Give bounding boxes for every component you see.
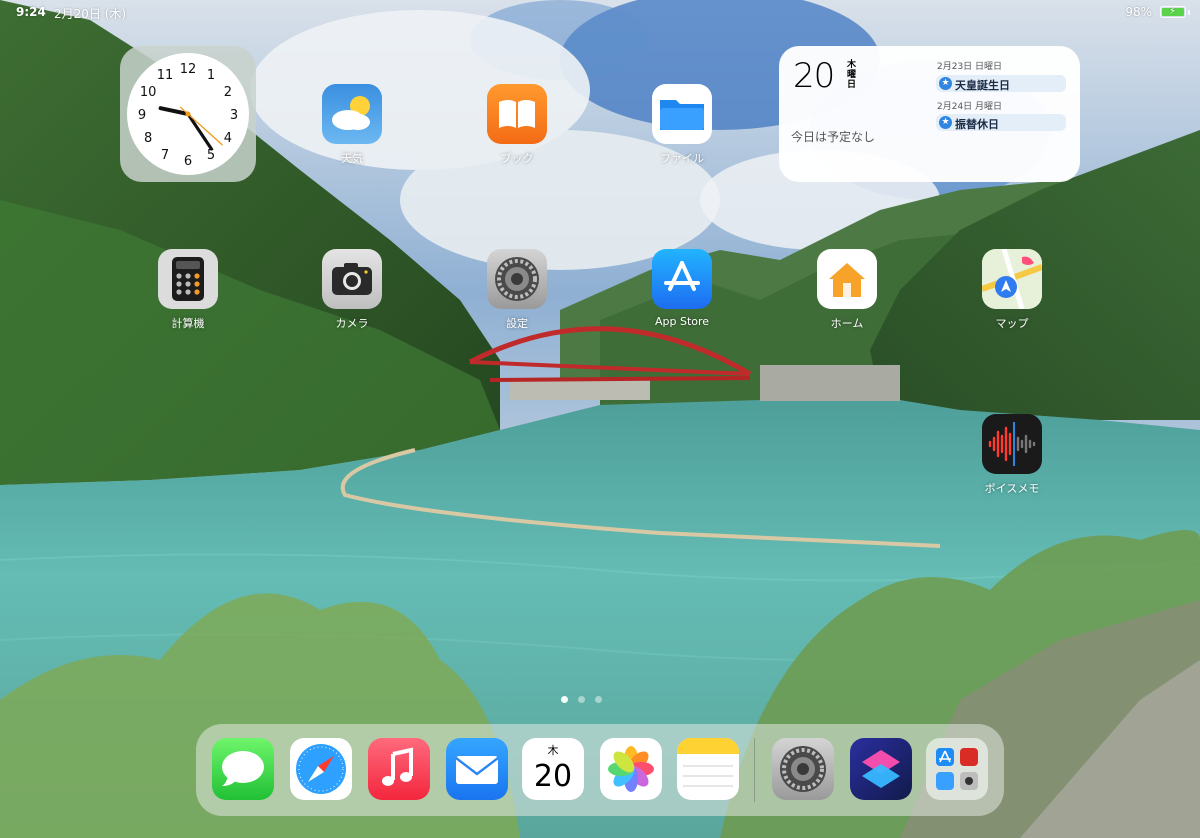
calendar-widget[interactable]: 20 木曜日 今日は予定なし 2月23日 日曜日 ★ 天皇誕生日 2月24日 月…	[779, 46, 1080, 182]
app-store-icon	[652, 249, 712, 309]
clock-numeral: 6	[184, 154, 192, 169]
dock-app-messages[interactable]	[212, 738, 274, 800]
dock-calendar-day: 20	[534, 759, 572, 794]
weather-icon	[322, 84, 382, 144]
dock-app-safari[interactable]	[290, 738, 352, 800]
clock-numeral: 4	[224, 131, 232, 146]
app-books[interactable]: ブック	[474, 84, 560, 170]
messages-icon	[222, 751, 264, 786]
gear-icon	[487, 249, 547, 309]
battery-percent: 98%	[1125, 5, 1152, 19]
clock-center-pin	[185, 111, 191, 117]
clock-numeral: 12	[180, 62, 197, 77]
dock-app-mail[interactable]	[446, 738, 508, 800]
app-voice-memos[interactable]: ボイスメモ	[969, 414, 1055, 500]
event-title: 振替休日	[955, 118, 999, 131]
dock-app-settings[interactable]	[772, 738, 834, 800]
page-dot[interactable]	[561, 696, 568, 703]
app-settings[interactable]: 設定	[474, 249, 560, 335]
page-indicator[interactable]	[557, 696, 605, 706]
clock-face: 12 1234567891011	[127, 53, 249, 175]
calendar-day-number: 20	[793, 56, 835, 96]
dock-app-calendar[interactable]: 木 20	[522, 738, 584, 800]
app-label: ブック	[500, 152, 534, 165]
map-icon	[982, 249, 1042, 309]
calendar-no-events: 今日は予定なし	[791, 130, 876, 144]
waveform-icon	[982, 414, 1042, 474]
app-calculator[interactable]: 計算機	[145, 249, 231, 335]
app-label: 天気	[341, 152, 363, 165]
app-label: ホーム	[830, 317, 864, 330]
app-camera[interactable]: カメラ	[309, 249, 395, 335]
gear-icon	[780, 746, 826, 792]
app-maps[interactable]: マップ	[969, 249, 1055, 335]
dock-app-library[interactable]	[926, 738, 988, 800]
app-label: マップ	[995, 317, 1029, 330]
calculator-icon	[158, 249, 218, 309]
dock-separator	[754, 738, 755, 802]
dock-app-photos[interactable]	[600, 738, 662, 800]
dock: 木 20	[196, 724, 1004, 816]
clock-numeral: 9	[138, 108, 146, 123]
clock-numeral: 7	[161, 148, 169, 163]
app-app-store[interactable]: App Store	[639, 249, 725, 335]
app-label: ファイル	[660, 152, 704, 165]
dock-app-notes[interactable]	[677, 738, 739, 800]
clock-numeral: 10	[140, 85, 157, 100]
camera-icon	[322, 249, 382, 309]
clock-widget[interactable]: 12 1 2 3 4 5 6 7 8 9 10 11	[120, 46, 256, 182]
calendar-event[interactable]: ★ 天皇誕生日	[936, 75, 1066, 92]
shortcuts-icon	[862, 750, 900, 788]
compass-icon	[296, 744, 346, 794]
app-label: ボイスメモ	[984, 482, 1040, 495]
star-icon: ★	[939, 77, 952, 90]
dock-app-music[interactable]	[368, 738, 430, 800]
event-date: 2月23日 日曜日	[937, 62, 1003, 72]
app-label: App Store	[654, 315, 710, 328]
app-weather[interactable]: 天気	[309, 84, 395, 170]
status-bar: 9:24 2月20日 (木) 98% ⚡	[0, 0, 1200, 24]
event-title: 天皇誕生日	[955, 79, 1010, 92]
battery-icon: ⚡	[1160, 6, 1186, 18]
clock-numeral: 3	[230, 108, 238, 123]
page-dot[interactable]	[595, 696, 602, 703]
app-home[interactable]: ホーム	[804, 249, 890, 335]
calendar-icon: 木 20	[534, 744, 572, 794]
clock-numeral: 2	[224, 85, 232, 100]
status-time: 9:24	[16, 5, 46, 19]
house-icon	[817, 249, 877, 309]
event-date: 2月24日 月曜日	[937, 102, 1003, 112]
clock-numeral: 1	[207, 68, 215, 83]
clock-numeral: 11	[157, 68, 174, 83]
charging-bolt-icon: ⚡	[1169, 6, 1177, 17]
star-icon: ★	[939, 116, 952, 129]
book-icon	[487, 84, 547, 144]
page-dot[interactable]	[578, 696, 585, 703]
notes-icon	[677, 738, 739, 787]
folder-icon	[652, 84, 712, 144]
app-library-icon	[936, 748, 978, 790]
envelope-icon	[455, 756, 499, 784]
app-label: 設定	[506, 317, 528, 330]
app-label: カメラ	[335, 317, 369, 330]
status-date: 2月20日 (木)	[54, 7, 127, 21]
battery-cap	[1188, 10, 1190, 15]
clock-numeral: 8	[144, 131, 152, 146]
dock-app-shortcuts[interactable]	[850, 738, 912, 800]
calendar-event[interactable]: ★ 振替休日	[936, 114, 1066, 131]
music-note-icon	[382, 747, 413, 786]
calendar-weekday: 木曜日	[847, 60, 857, 90]
app-files[interactable]: ファイル	[639, 84, 725, 170]
app-label: 計算機	[171, 317, 205, 330]
dock-calendar-weekday: 木	[548, 744, 559, 757]
photos-flower-icon	[608, 746, 654, 792]
